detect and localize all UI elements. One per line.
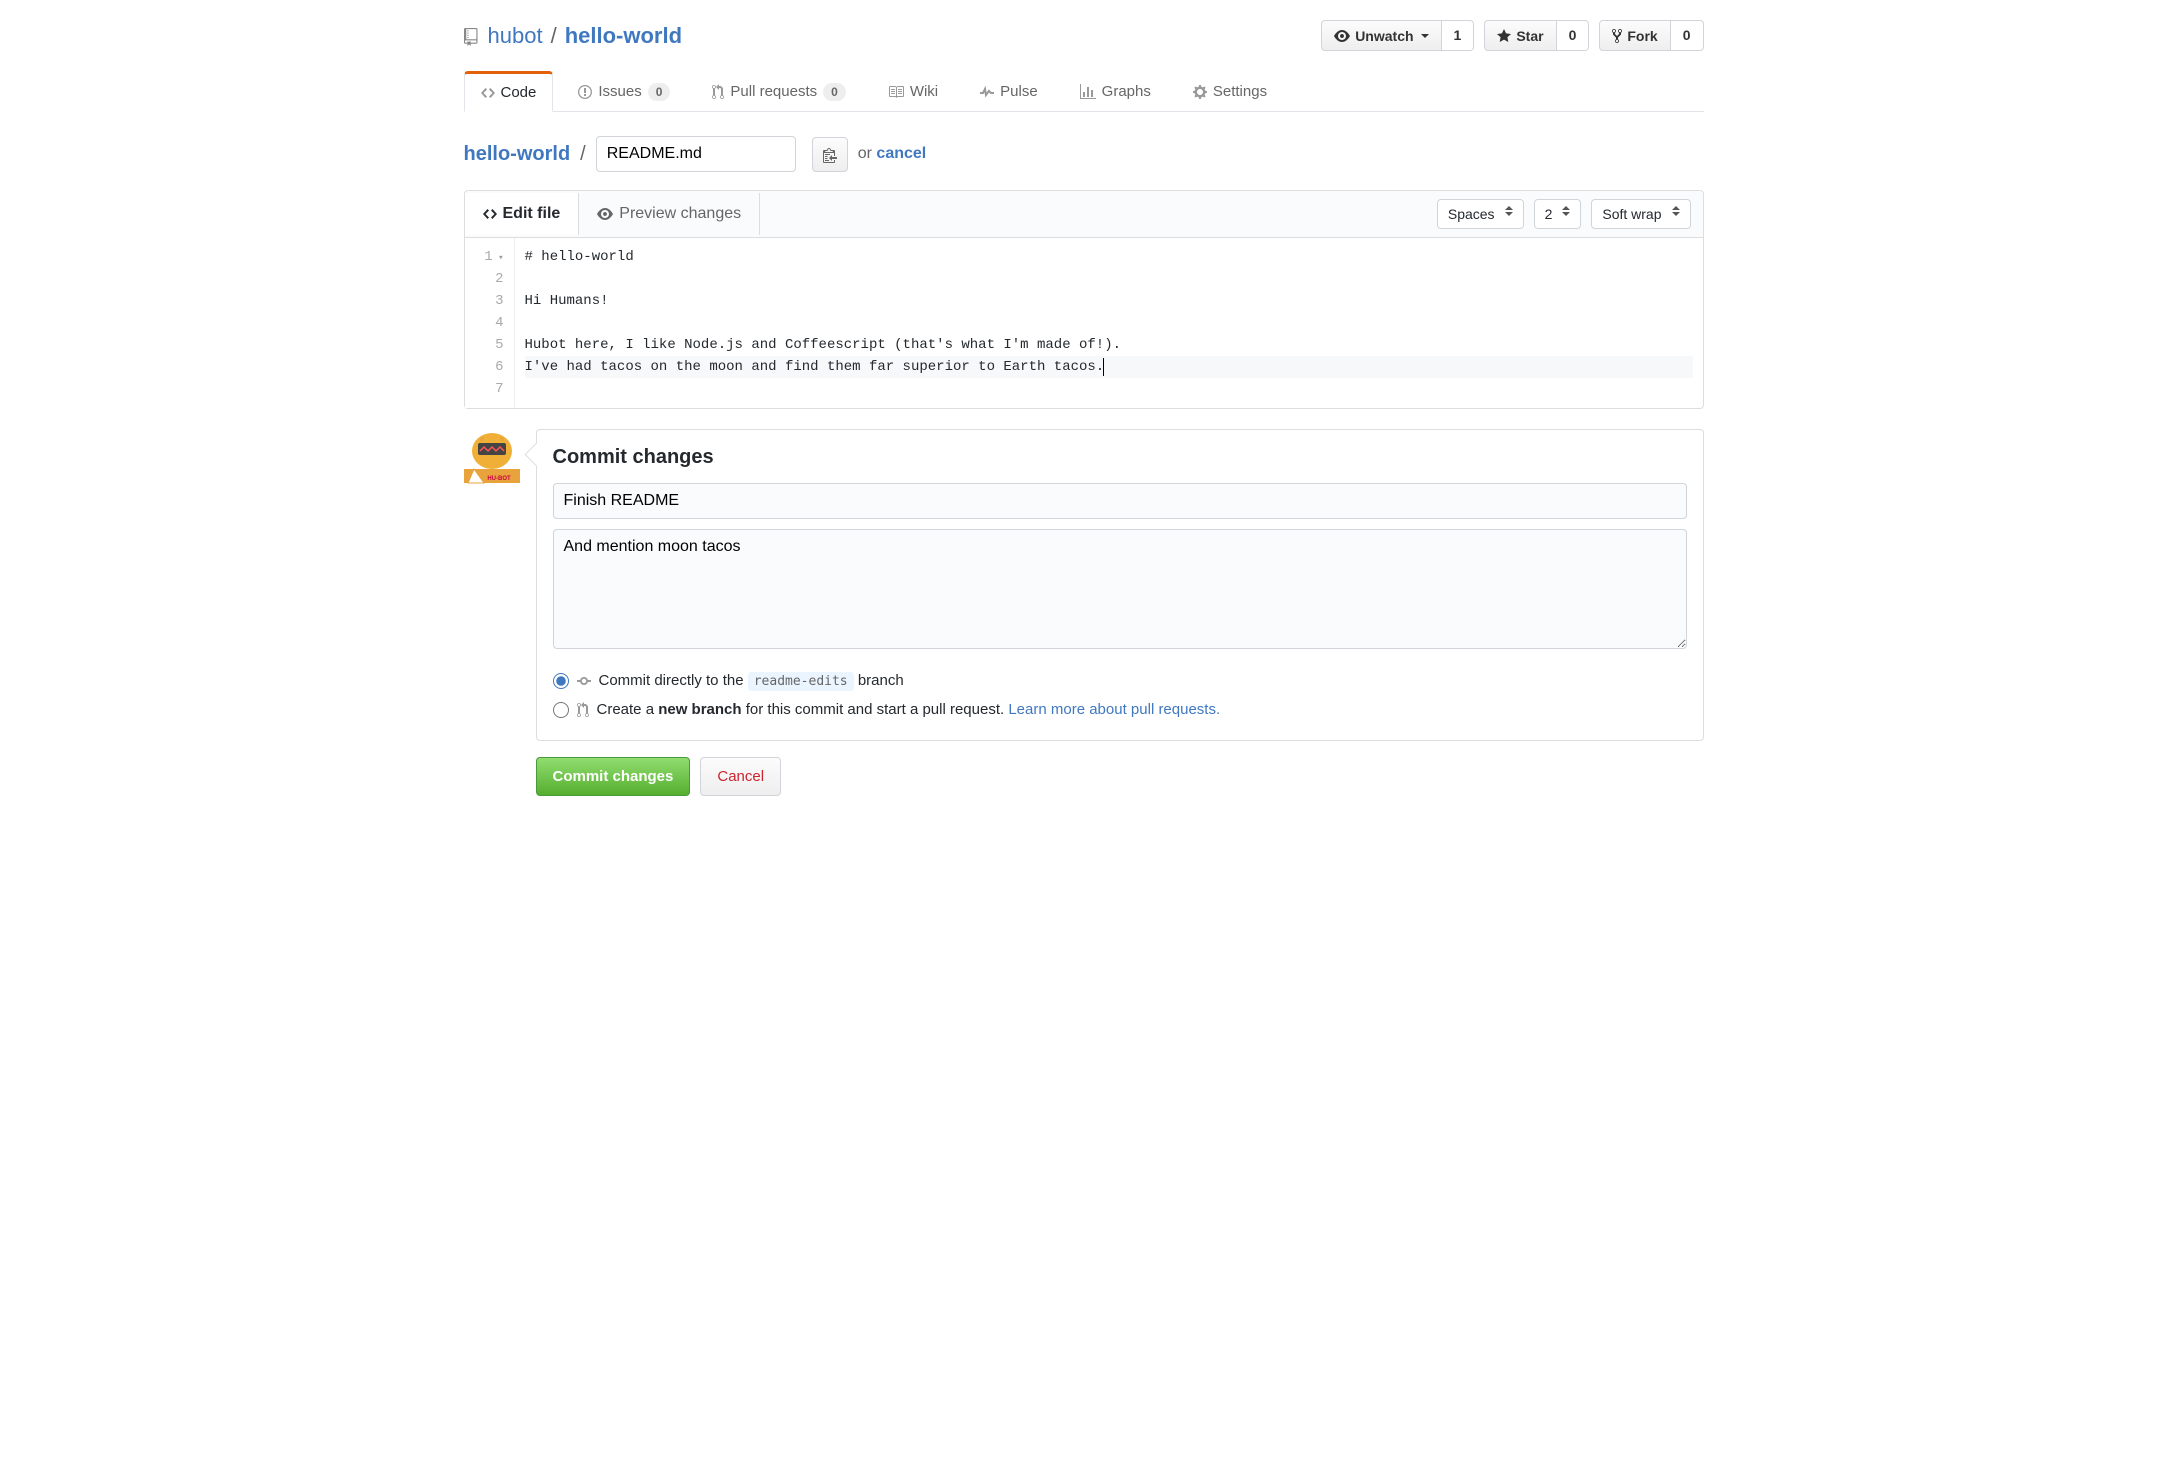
svg-text:HU-BOT: HU-BOT (487, 476, 511, 482)
tab-wiki[interactable]: Wiki (871, 71, 955, 111)
tab-graphs[interactable]: Graphs (1063, 71, 1168, 111)
path-separator: / (580, 143, 586, 166)
code-line: I've had tacos on the moon and find them… (525, 356, 1693, 378)
code-content[interactable]: # hello-world Hi Humans! Hubot here, I l… (515, 238, 1703, 408)
tab-issues-label: Issues (598, 83, 641, 100)
copy-path-button[interactable] (812, 137, 848, 171)
wrap-mode-select[interactable]: Soft wrap (1591, 199, 1690, 229)
branch-name: readme-edits (748, 672, 854, 691)
option-new-branch[interactable]: Create a new branch for this commit and … (553, 695, 1687, 724)
indent-mode-select[interactable]: Spaces (1437, 199, 1524, 229)
tab-edit-file[interactable]: Edit file (465, 193, 580, 235)
fork-count[interactable]: 0 (1671, 20, 1704, 51)
fork-label: Fork (1627, 28, 1657, 44)
tab-preview-changes[interactable]: Preview changes (579, 193, 760, 235)
commit-changes-button[interactable]: Commit changes (536, 757, 691, 796)
cancel-button[interactable]: Cancel (700, 757, 781, 796)
code-line (525, 378, 1693, 400)
tab-pull-requests[interactable]: Pull requests 0 (695, 71, 862, 111)
unwatch-button[interactable]: Unwatch (1321, 20, 1441, 51)
star-button[interactable]: Star (1484, 20, 1556, 51)
issue-icon (578, 83, 592, 100)
repo-nav: Code Issues 0 Pull requests 0 Wiki Pulse… (464, 71, 1704, 112)
code-line: Hi Humans! (525, 290, 1693, 312)
book-icon (888, 83, 904, 100)
avatar: HU-BOT (464, 429, 520, 485)
preview-changes-label: Preview changes (619, 205, 741, 223)
code-icon (481, 84, 495, 101)
cancel-link[interactable]: cancel (876, 145, 926, 162)
code-line (525, 268, 1693, 290)
tab-settings[interactable]: Settings (1176, 71, 1284, 111)
edit-file-label: Edit file (503, 205, 561, 223)
watch-count[interactable]: 1 (1442, 20, 1475, 51)
eye-icon (1334, 27, 1350, 44)
commit-form: Commit changes Commit directly to the re… (536, 429, 1704, 741)
code-line: # hello-world (525, 246, 1693, 268)
issues-count: 0 (648, 83, 671, 101)
tab-settings-label: Settings (1213, 83, 1267, 100)
code-icon (483, 205, 497, 223)
commit-summary-input[interactable] (553, 483, 1687, 519)
branch-options: Commit directly to the readme-edits bran… (553, 666, 1687, 724)
radio-new-branch[interactable] (553, 702, 569, 718)
repo-name-link[interactable]: hello-world (565, 23, 682, 49)
repo-actions: Unwatch 1 Star 0 Fork 0 (1321, 20, 1703, 51)
tab-code-label: Code (501, 84, 537, 101)
fork-button[interactable]: Fork (1599, 20, 1670, 51)
editor-tabs: Edit file Preview changes Spaces 2 Soft … (465, 191, 1703, 238)
tab-code[interactable]: Code (464, 71, 554, 112)
learn-more-link[interactable]: Learn more about pull requests. (1008, 701, 1220, 718)
commit-description-input[interactable] (553, 529, 1687, 649)
editor-settings: Spaces 2 Soft wrap (1425, 191, 1703, 237)
repo-icon (464, 23, 482, 49)
text-cursor (1103, 358, 1104, 376)
code-line (525, 312, 1693, 334)
path-separator: / (551, 23, 557, 49)
graph-icon (1080, 83, 1096, 100)
star-count[interactable]: 0 (1557, 20, 1590, 51)
radio-commit-direct[interactable] (553, 673, 569, 689)
pr-icon (712, 83, 724, 100)
star-label: Star (1516, 28, 1543, 44)
eye-icon (597, 205, 613, 223)
clipboard-icon (823, 146, 837, 161)
tab-pulse-label: Pulse (1000, 83, 1038, 100)
pr-icon (577, 701, 589, 718)
file-editor: Edit file Preview changes Spaces 2 Soft … (464, 190, 1704, 409)
tab-pr-label: Pull requests (730, 83, 817, 100)
indent-size-select[interactable]: 2 (1534, 199, 1582, 229)
star-icon (1497, 27, 1511, 44)
pr-count: 0 (823, 83, 846, 101)
code-line: Hubot here, I like Node.js and Coffeescr… (525, 334, 1693, 356)
commit-heading: Commit changes (553, 446, 1687, 469)
cancel-hint: or cancel (858, 145, 927, 163)
code-editor[interactable]: 1 2 3 4 5 6 7 # hello-world Hi Humans! H… (465, 238, 1703, 408)
form-actions: Commit changes Cancel (536, 757, 1704, 796)
repo-title: hubot / hello-world (464, 23, 683, 49)
tab-issues[interactable]: Issues 0 (561, 71, 687, 111)
unwatch-label: Unwatch (1355, 28, 1413, 44)
option-commit-direct[interactable]: Commit directly to the readme-edits bran… (553, 666, 1687, 695)
repo-owner-link[interactable]: hubot (488, 23, 543, 49)
commit-icon (577, 672, 591, 689)
tab-pulse[interactable]: Pulse (963, 71, 1055, 111)
gear-icon (1193, 83, 1207, 100)
line-number-gutter: 1 2 3 4 5 6 7 (465, 238, 515, 408)
tab-wiki-label: Wiki (910, 83, 938, 100)
fork-icon (1612, 27, 1622, 44)
filename-input[interactable] (596, 136, 796, 172)
pulse-icon (980, 83, 994, 100)
breadcrumb-root[interactable]: hello-world (464, 143, 571, 166)
caret-down-icon (1421, 34, 1429, 38)
tab-graphs-label: Graphs (1102, 83, 1151, 100)
breadcrumb: hello-world / or cancel (464, 112, 1704, 190)
